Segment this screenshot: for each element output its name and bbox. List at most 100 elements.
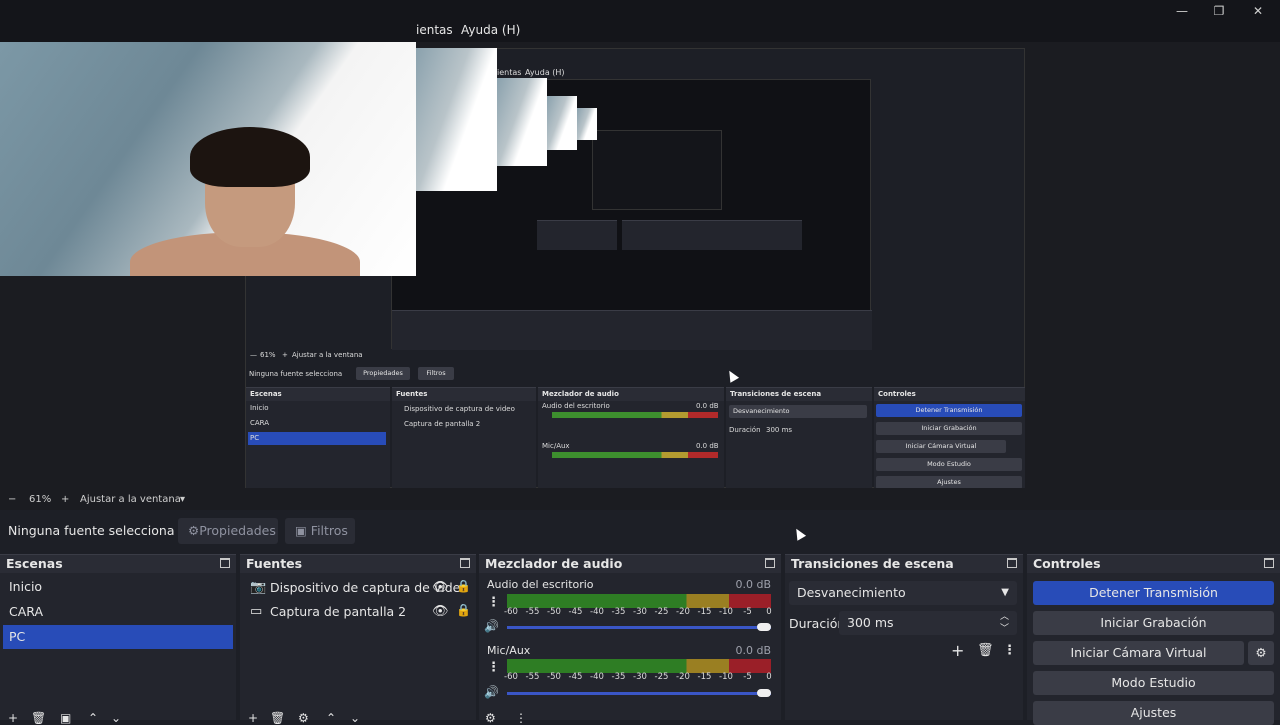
meter-tick-label: 0 (766, 672, 772, 682)
filters-button[interactable]: ▣ Filtros (285, 518, 355, 544)
source-item[interactable]: 📷 Dispositivo de captura de video 👁 🔒 (244, 576, 472, 600)
source-item[interactable]: ▭ Captura de pantalla 2 👁 🔒 (244, 600, 472, 624)
menu-tools[interactable]: ientas (416, 23, 453, 37)
undock-icon[interactable] (1264, 558, 1274, 568)
meter-tick-label: -30 (633, 607, 647, 617)
mouse-cursor (791, 526, 807, 541)
chevron-down-icon[interactable]: ⌄ (350, 711, 360, 725)
restore-icon[interactable]: ❐ (1199, 2, 1239, 20)
menu-dots-icon[interactable]: ⋮ (515, 711, 527, 725)
trash-icon[interactable]: 🗑 (31, 711, 46, 725)
scene-item[interactable]: Inicio (3, 575, 233, 599)
meter-tick-label: -25 (654, 607, 669, 617)
virtual-camera-settings-gear-icon[interactable]: ⚙ (1248, 641, 1274, 665)
meter-tick-label: -20 (676, 672, 690, 682)
stop-stream-button[interactable]: Detener Transmisión (1033, 581, 1274, 605)
chevron-up-icon[interactable]: ⌃ (326, 711, 336, 725)
meter-tick-label: -35 (611, 672, 626, 682)
scene-item[interactable]: CARA (3, 600, 233, 624)
controls-dock: Controles Detener Transmisión Iniciar Gr… (1027, 554, 1280, 725)
menu-help[interactable]: Ayuda (H) (461, 23, 520, 37)
close-icon[interactable]: ✕ (1238, 2, 1278, 20)
channel-menu-icon[interactable]: ⋮ (487, 660, 500, 675)
duration-spinbox[interactable]: 300 ms ︿ ﹀ (839, 611, 1017, 635)
add-icon[interactable]: + (951, 641, 964, 660)
volume-slider[interactable] (507, 623, 771, 631)
zoom-dropdown-icon[interactable]: ▾ (180, 494, 185, 505)
lock-icon[interactable]: 🔒 (456, 603, 471, 617)
meter-tick-label: -5 (743, 672, 752, 682)
mirror-slice (577, 108, 597, 140)
title-bar: — ❐ ✕ (0, 0, 1280, 22)
undock-icon[interactable] (460, 558, 470, 568)
visibility-eye-icon[interactable]: 👁 (432, 580, 449, 595)
add-icon[interactable]: + (8, 711, 18, 725)
volume-meter (507, 659, 771, 673)
menu-bar: ientas Ayuda (H) (0, 22, 1280, 42)
trash-icon[interactable]: 🗑 (270, 711, 285, 725)
channel-menu-icon[interactable]: ⋮ (487, 595, 500, 610)
meter-tick-label: -55 (525, 607, 540, 617)
chevron-down-icon[interactable]: ⌄ (111, 711, 121, 725)
scene-item-selected[interactable]: PC (3, 625, 233, 649)
dropdown-arrow-icon: ▼ (1001, 587, 1009, 598)
filter-icon[interactable]: ▣ (60, 711, 71, 725)
mirror-slice (547, 96, 577, 150)
trash-icon[interactable]: 🗑 (977, 643, 994, 658)
preview-area[interactable]: — 61% + Ajustar a la ventana Ninguna fue… (0, 42, 1280, 492)
transition-select[interactable]: Desvanecimiento ▼ (789, 581, 1017, 605)
lock-icon[interactable]: 🔒 (456, 579, 471, 593)
meter-ticks-1: -60 -55 -50 -45 -40 -35 -30 -25 -20 -15 -10 -5 0 (504, 607, 775, 619)
filter-icon: ▣ (295, 523, 311, 538)
gear-icon[interactable]: ⚙ (298, 711, 309, 725)
meter-tick-label: -25 (654, 672, 669, 682)
meter-tick-label: -35 (611, 607, 626, 617)
meter-tick-label: -30 (633, 672, 647, 682)
chevron-up-icon[interactable]: ⌃ (88, 711, 98, 725)
meter-tick-label: -20 (676, 607, 690, 617)
sources-dock: Fuentes 📷 Dispositivo de captura de vide… (240, 554, 476, 725)
channel-name: Mic/Aux (487, 644, 531, 657)
speaker-icon[interactable]: 🔊 (484, 619, 499, 633)
zoom-value: 61% (29, 494, 52, 505)
zoom-out-button[interactable]: − (8, 494, 16, 505)
mirror-slice (497, 78, 547, 166)
meter-tick-label: -5 (743, 607, 752, 617)
monitor-icon: ▭ (250, 604, 263, 619)
meter-tick-label: -45 (568, 672, 583, 682)
zoom-in-button[interactable]: + (61, 494, 69, 505)
studio-mode-button[interactable]: Modo Estudio (1033, 671, 1274, 695)
mirror-slice (416, 48, 497, 191)
volume-slider-thumb[interactable] (757, 623, 771, 631)
meter-tick-label: -15 (697, 672, 712, 682)
undock-icon[interactable] (220, 558, 230, 568)
volume-meter (507, 594, 771, 608)
volume-slider[interactable] (507, 689, 771, 697)
camera-icon: 📷 (250, 580, 267, 595)
meter-tick-label: -40 (590, 607, 604, 617)
gear-icon[interactable]: ⚙ (485, 711, 496, 725)
settings-button[interactable]: Ajustes (1033, 701, 1274, 725)
volume-slider-thumb[interactable] (757, 689, 771, 697)
speaker-icon[interactable]: 🔊 (484, 685, 499, 699)
start-virtual-camera-button[interactable]: Iniciar Cámara Virtual (1033, 641, 1244, 665)
transitions-dock: Transiciones de escena Desvanecimiento ▼… (785, 554, 1023, 720)
menu-dots-icon[interactable]: ⋮ (1003, 643, 1016, 658)
meter-tick-label: -60 (504, 672, 518, 682)
meter-tick-label: -60 (504, 607, 518, 617)
controls-title: Controles (1033, 556, 1101, 571)
minimize-icon[interactable]: — (1162, 2, 1202, 20)
start-recording-button[interactable]: Iniciar Grabación (1033, 611, 1274, 635)
transitions-title: Transiciones de escena (791, 556, 954, 571)
properties-button[interactable]: ⚙Propiedades (178, 518, 278, 544)
meter-tick-label: -50 (547, 672, 561, 682)
undock-icon[interactable] (765, 558, 775, 568)
add-icon[interactable]: + (248, 711, 258, 725)
meter-tick-label: -45 (568, 607, 583, 617)
spin-down-icon[interactable]: ﹀ (1000, 617, 1009, 641)
meter-tick-label: 0 (766, 607, 772, 617)
channel-db: 0.0 dB (735, 644, 771, 657)
undock-icon[interactable] (1007, 558, 1017, 568)
zoom-fit-button[interactable]: Ajustar a la ventana (80, 494, 181, 505)
visibility-eye-icon[interactable]: 👁 (432, 604, 449, 619)
